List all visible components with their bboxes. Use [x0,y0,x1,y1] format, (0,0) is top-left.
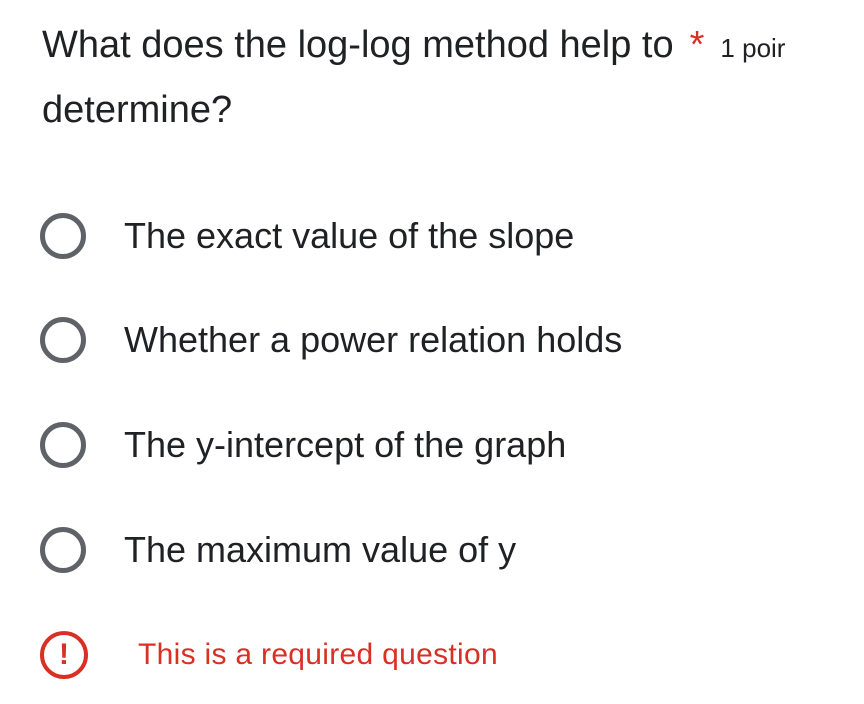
radio-button[interactable] [40,527,86,573]
option-label: Whether a power relation holds [124,319,623,360]
option-y-intercept[interactable]: The y-intercept of the graph [40,417,566,473]
question-text-line-2: determine? [42,89,233,131]
required-error: ! This is a required question [40,630,498,680]
radio-button[interactable] [40,317,86,363]
option-label: The exact value of the slope [124,215,575,256]
option-label: The maximum value of y [124,529,517,570]
error-message: This is a required question [138,638,498,671]
radio-button[interactable] [40,213,86,259]
points-label: 1 poir [720,33,786,63]
error-icon: ! [40,631,88,679]
question-title-line-1: What does the log-log method help to * 1 p… [42,14,864,79]
question-title: What does the log-log method help to * 1 p… [42,14,864,141]
radio-button[interactable] [40,422,86,468]
option-power-relation[interactable]: Whether a power relation holds [40,312,622,368]
question-card: What does the log-log method help to * 1 p… [0,0,864,704]
required-asterisk: * [689,24,705,66]
option-maximum-y[interactable]: The maximum value of y [40,522,516,578]
option-label: The y-intercept of the graph [124,424,567,465]
question-text-line-1: What does the log-log method help to [42,24,674,66]
option-exact-slope[interactable]: The exact value of the slope [40,208,574,264]
